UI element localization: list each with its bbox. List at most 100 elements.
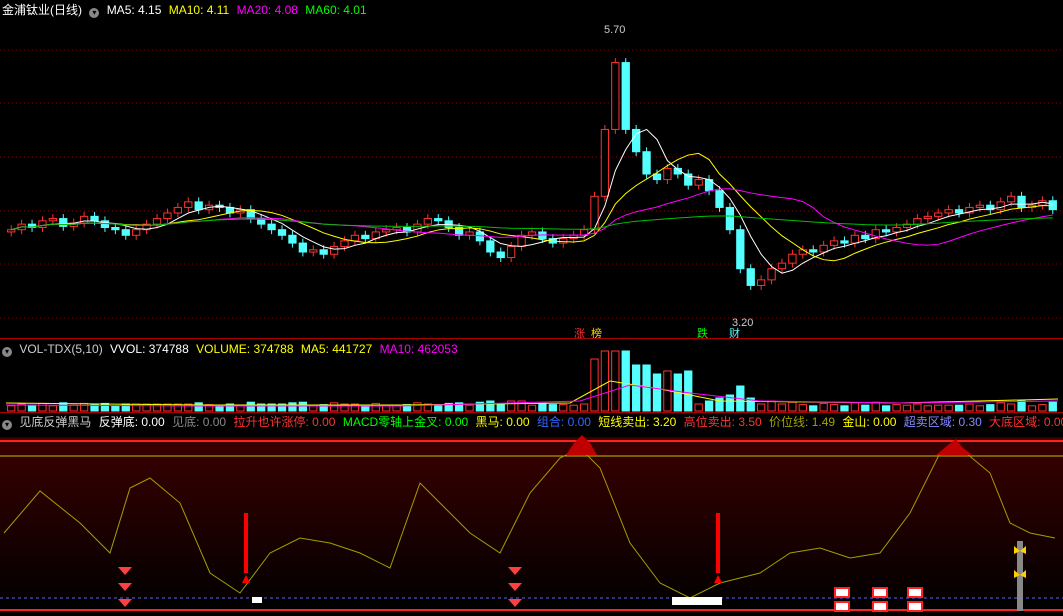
vol-ma10-readout: MA10: 462053 — [379, 342, 458, 356]
settings-circle-icon[interactable]: ▾ — [89, 8, 100, 18]
candle-body — [975, 204, 985, 208]
volume-bar — [246, 401, 255, 412]
candle-body — [767, 268, 776, 281]
volume-bar — [757, 403, 766, 412]
vvol-readout: VVOL: 374788 — [110, 342, 189, 356]
volume-bar — [329, 402, 339, 412]
candle-body — [600, 128, 610, 197]
ind-jiandi: 见底: 0.00 — [172, 415, 227, 429]
volume-bar — [767, 400, 776, 412]
candle-body — [923, 215, 932, 220]
volume-bar — [632, 364, 641, 412]
candle-body — [913, 218, 922, 225]
volume-readout: VOLUME: 374788 — [196, 342, 294, 356]
candle-body — [100, 220, 110, 228]
volume-bar — [69, 404, 78, 412]
candle-body — [7, 229, 16, 233]
volume-pane[interactable]: ▾ VOL-TDX(5,10) VVOL: 374788 VOLUME: 374… — [0, 338, 1063, 413]
candle-body — [861, 234, 870, 240]
indicator-header: ▾ 见底反弹黑马 反弹底: 0.00 见底: 0.00 拉升也许涨停: 0.00… — [2, 415, 1063, 430]
candle-body — [788, 253, 797, 264]
tag-cai: 财 — [729, 328, 740, 338]
candle-body — [934, 212, 943, 217]
volume-bar — [694, 403, 703, 412]
candle-body — [829, 240, 839, 246]
volume-bar — [621, 350, 630, 412]
candle-body — [163, 212, 172, 220]
candle-body — [850, 234, 860, 244]
candlestick-chart[interactable] — [0, 0, 1063, 338]
candle-body — [996, 201, 1005, 211]
house-icon — [834, 601, 850, 612]
vol-ma5-line — [5, 380, 1059, 406]
candle-body — [277, 229, 287, 236]
tag-bang: 榜 — [591, 328, 602, 338]
candle-body — [288, 234, 297, 244]
candle-body — [267, 223, 276, 231]
stock-title: 金浦钛业(日线) — [2, 3, 82, 17]
volume-bar — [392, 405, 401, 412]
ind-chaomai: 超卖区域: 0.30 — [903, 415, 982, 429]
candle-body — [152, 218, 162, 225]
ma5-readout: MA5: 4.15 — [106, 3, 162, 17]
volume-bar — [1048, 401, 1057, 412]
settings-circle-icon[interactable]: ▾ — [2, 420, 12, 430]
volume-bar — [944, 404, 953, 412]
volume-bar — [788, 401, 797, 412]
ind-heima: 黑马: 0.00 — [475, 415, 530, 429]
volume-bar — [986, 404, 995, 412]
settings-circle-icon[interactable]: ▾ — [2, 347, 12, 357]
ind-lasheng: 拉升也许涨停: 0.00 — [233, 415, 336, 429]
price-header: 金浦钛业(日线) ▾ MA5: 4.15 MA10: 4.11 MA20: 4.… — [2, 3, 371, 18]
vol-ma5-readout: MA5: 441727 — [300, 342, 373, 356]
ma10-readout: MA10: 4.11 — [168, 3, 230, 17]
candle-body — [309, 249, 318, 253]
tag-die: 跌 — [697, 328, 708, 338]
house-icon — [872, 601, 888, 612]
price-chart-pane[interactable]: 金浦钛业(日线) ▾ MA5: 4.15 MA10: 4.11 MA20: 4.… — [0, 0, 1063, 338]
house-icon — [872, 587, 888, 598]
volume-bar — [965, 403, 974, 412]
volume-bar — [975, 405, 985, 412]
volume-bar — [1038, 404, 1047, 412]
candle-body — [663, 167, 672, 181]
candle-body — [881, 229, 891, 233]
volume-bar — [559, 404, 568, 412]
volume-bar — [652, 373, 662, 412]
volume-bar — [7, 405, 16, 412]
candle-body — [1017, 195, 1026, 208]
volume-bar — [829, 404, 839, 412]
indicator-pane[interactable]: ▾ 见底反弹黑马 反弹底: 0.00 见底: 0.00 拉升也许涨停: 0.00… — [0, 412, 1063, 616]
candle-body — [434, 218, 443, 222]
candle-body — [736, 229, 745, 270]
candle-body — [329, 245, 339, 255]
candle-body — [652, 173, 662, 181]
volume-bar — [819, 402, 828, 412]
volume-bar — [684, 370, 693, 412]
vol-ma10-line — [5, 384, 1059, 407]
house-icon — [907, 601, 923, 612]
candle-body — [798, 249, 807, 255]
candle-body — [38, 220, 47, 228]
indicator-chart[interactable] — [0, 413, 1063, 616]
house-icon — [834, 587, 850, 598]
volume-bar — [382, 405, 391, 412]
candle-body — [809, 249, 818, 253]
volume-bar — [548, 404, 557, 412]
ind-gaowei: 高位卖出: 3.50 — [683, 415, 762, 429]
volume-bar — [1017, 400, 1026, 412]
volume-bar — [579, 403, 589, 412]
candle-body — [746, 268, 755, 286]
candle-body — [298, 242, 307, 253]
volume-bar — [934, 404, 943, 412]
volume-bar — [881, 405, 891, 412]
volume-bar — [902, 404, 912, 412]
white-block — [252, 597, 262, 603]
ma60-readout: MA60: 4.01 — [305, 3, 367, 17]
volume-bar — [132, 403, 141, 412]
candle-body — [361, 234, 370, 240]
volume-bar — [798, 404, 807, 412]
candle-body — [642, 151, 651, 175]
high-price-label: 5.70 — [604, 24, 626, 36]
volume-bar — [892, 404, 901, 412]
